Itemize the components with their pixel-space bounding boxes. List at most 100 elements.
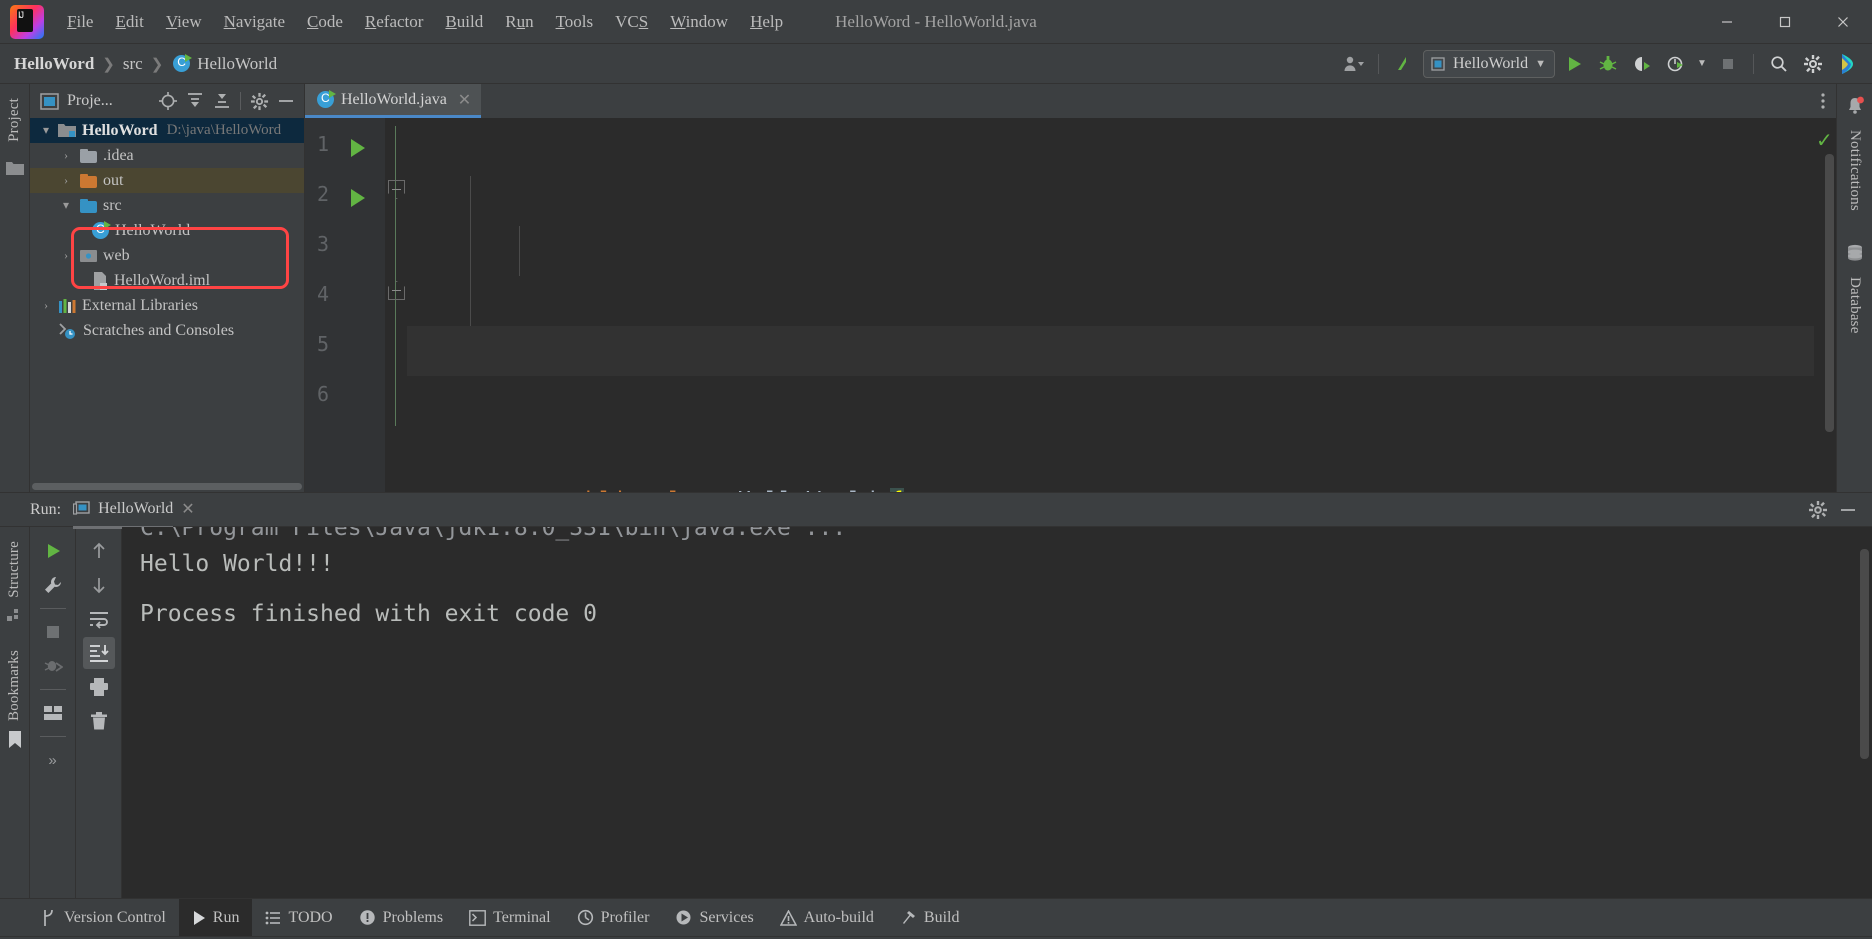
vcs-update-icon[interactable] (1389, 50, 1419, 78)
clear-all-trash-icon[interactable] (83, 705, 115, 737)
settings-gear-icon[interactable] (1798, 50, 1828, 78)
project-tree-horizontal-scrollbar[interactable] (30, 482, 304, 492)
menu-build[interactable]: Build (434, 8, 494, 36)
database-icon[interactable] (1845, 243, 1865, 263)
expand-more-icon[interactable]: » (37, 744, 69, 776)
menu-window[interactable]: Window (659, 8, 739, 36)
chevron-expanded-icon[interactable]: ▾ (38, 123, 54, 138)
scroll-to-end-icon[interactable] (82, 637, 115, 669)
run-configuration-selector[interactable]: HelloWorld ▼ (1422, 49, 1555, 78)
locate-file-icon[interactable] (156, 89, 180, 113)
bottom-tab-terminal[interactable]: Terminal (456, 899, 564, 936)
inspection-ok-check-icon[interactable]: ✓ (1816, 128, 1833, 153)
minimize-button[interactable] (1698, 0, 1756, 44)
rerun-icon[interactable] (37, 535, 69, 567)
collapse-all-icon[interactable] (210, 89, 234, 113)
minimize-icon[interactable] (1836, 498, 1860, 522)
chevron-right-icon[interactable]: › (58, 173, 74, 188)
bottom-tab-todo[interactable]: TODO (252, 899, 345, 936)
editor-gutter[interactable]: 1 2 3 4 5 6 (305, 118, 385, 492)
console-vertical-scrollbar[interactable] (1860, 549, 1869, 759)
tree-item-web[interactable]: › web (30, 243, 304, 268)
stop-icon[interactable] (37, 616, 69, 648)
menu-code[interactable]: Code (296, 8, 354, 36)
bottom-tab-auto-build[interactable]: Auto-build (767, 899, 887, 936)
run-console-output[interactable]: C:\Program Files\Java\jdk1.8.0_331\bin\j… (122, 527, 1872, 898)
chevron-expanded-icon[interactable]: ▾ (58, 198, 74, 213)
more-vertical-icon[interactable] (1820, 84, 1836, 118)
menu-refactor[interactable]: Refactor (354, 8, 435, 36)
profiler-dropdown-icon[interactable]: ▼ (1695, 50, 1709, 78)
chevron-right-icon[interactable]: › (58, 148, 74, 163)
menu-navigate[interactable]: Navigate (213, 8, 296, 36)
menu-vcs[interactable]: VCS (604, 8, 659, 36)
bottom-tab-problems[interactable]: Problems (346, 899, 456, 936)
stripe-button-bookmarks[interactable]: Bookmarks (6, 644, 23, 727)
soft-wrap-icon[interactable] (83, 603, 115, 635)
editor-tab-helloworld-java[interactable]: HelloWorld.java ✕ (305, 84, 482, 118)
menu-edit[interactable]: Edit (104, 8, 154, 36)
chevron-right-icon[interactable]: › (38, 298, 54, 313)
stripe-button-notifications[interactable]: Notifications (1846, 124, 1863, 217)
stop-button[interactable] (1713, 50, 1743, 78)
layout-settings-icon[interactable] (37, 697, 69, 729)
ide-assistant-icon[interactable] (1832, 50, 1862, 78)
stripe-button-project[interactable]: Project (6, 92, 23, 148)
debug-button[interactable] (1593, 50, 1623, 78)
code-editor[interactable]: 1 2 3 4 5 6 public class H (305, 118, 1836, 492)
close-button[interactable] (1814, 0, 1872, 44)
bottom-tab-profiler[interactable]: Profiler (564, 899, 663, 936)
up-arrow-icon[interactable] (83, 535, 115, 567)
menu-help[interactable]: Help (739, 8, 794, 36)
fold-region-end-icon[interactable] (388, 281, 405, 300)
menu-tools[interactable]: Tools (545, 8, 605, 36)
tree-item-src[interactable]: ▾ src (30, 193, 304, 218)
hide-panel-icon[interactable] (274, 89, 298, 113)
gear-icon[interactable] (247, 89, 271, 113)
project-tree[interactable]: ▾ HelloWord D:\java\HelloWord › .idea › … (30, 118, 304, 482)
chevron-right-icon[interactable]: › (58, 248, 74, 263)
bottom-tab-run[interactable]: Run (178, 899, 253, 936)
fold-region-start-icon[interactable] (388, 180, 405, 199)
suspend-debug-icon[interactable] (37, 650, 69, 682)
tree-item-out[interactable]: › out (30, 168, 304, 193)
tree-item-iml[interactable]: HelloWord.iml (30, 268, 304, 293)
menu-view[interactable]: View (155, 8, 213, 36)
down-arrow-icon[interactable] (83, 569, 115, 601)
profiler-icon[interactable] (1661, 50, 1691, 78)
run-class-gutter-icon[interactable] (351, 139, 365, 157)
bottom-tab-build[interactable]: Build (887, 899, 973, 936)
bottom-tab-services[interactable]: Services (662, 899, 766, 936)
gear-icon[interactable] (1806, 498, 1830, 522)
notifications-bell-icon[interactable] (1845, 96, 1865, 116)
run-tab-helloworld[interactable]: HelloWorld ✕ (73, 499, 195, 529)
search-everywhere-icon[interactable] (1764, 50, 1794, 78)
edit-configuration-wrench-icon[interactable] (37, 569, 69, 601)
stripe-button-database[interactable]: Database (1846, 271, 1863, 340)
breadcrumb-class[interactable]: HelloWorld (197, 54, 277, 74)
print-icon[interactable] (83, 671, 115, 703)
maximize-button[interactable] (1756, 0, 1814, 44)
run-with-coverage-icon[interactable] (1627, 50, 1657, 78)
tree-item-scratches[interactable]: Scratches and Consoles (30, 318, 304, 343)
bottom-tab-version-control[interactable]: Version Control (28, 899, 179, 936)
breadcrumb-project[interactable]: HelloWord (14, 54, 94, 74)
menu-file[interactable]: File (56, 8, 104, 36)
editor-fold-column[interactable] (385, 118, 407, 492)
close-icon[interactable]: ✕ (181, 499, 194, 519)
expand-all-icon[interactable] (183, 89, 207, 113)
run-button[interactable] (1559, 50, 1589, 78)
close-icon[interactable]: ✕ (458, 90, 471, 110)
editor-inspection-gutter[interactable]: ✓ (1814, 118, 1836, 492)
editor-vertical-scrollbar[interactable] (1825, 154, 1834, 432)
tree-item-helloword[interactable]: ▾ HelloWord D:\java\HelloWord (30, 118, 304, 143)
code-text[interactable]: public class HelloWorld { public static … (407, 118, 1814, 492)
tree-item-external-libraries[interactable]: › External Libraries (30, 293, 304, 318)
tree-item-helloworld-class[interactable]: HelloWorld (30, 218, 304, 243)
breadcrumb-src[interactable]: src (123, 54, 143, 74)
tree-item-idea[interactable]: › .idea (30, 143, 304, 168)
run-method-gutter-icon[interactable] (351, 189, 365, 207)
user-settings-icon[interactable] (1338, 50, 1368, 78)
stripe-button-structure[interactable]: Structure (6, 535, 23, 604)
menu-run[interactable]: Run (494, 8, 544, 36)
